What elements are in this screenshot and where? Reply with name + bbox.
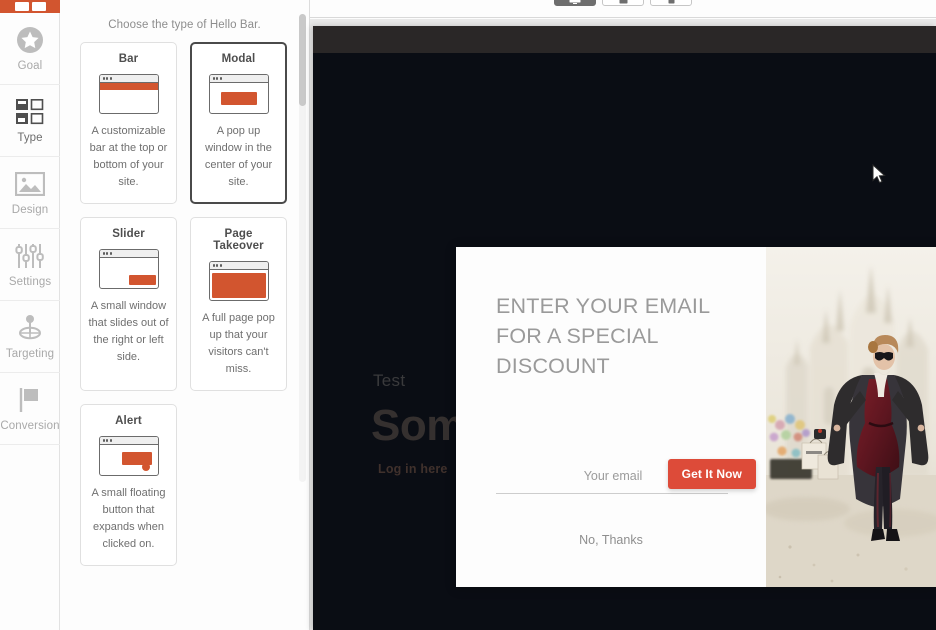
desktop-preview-button[interactable] <box>554 0 596 6</box>
device-preview-toolbar <box>310 0 936 18</box>
type-card-title: Slider <box>112 228 145 240</box>
preview-stage: Test Some Log in here ENTER YOUR EMAIL F… <box>310 19 936 630</box>
sidebar-item-targeting[interactable]: Targeting <box>0 301 60 373</box>
mobile-icon <box>668 0 675 4</box>
type-card-desc: A pop up window in the center of your si… <box>204 125 273 188</box>
modal-image-pane <box>766 247 936 587</box>
sidebar-item-goal[interactable]: Goal <box>0 13 60 85</box>
layout-grid-icon <box>14 97 46 127</box>
sidebar-item-design[interactable]: Design <box>0 157 60 229</box>
type-card-title: Bar <box>118 53 139 65</box>
type-card-page-takeover[interactable]: Page Takeover A full page pop up that yo… <box>190 217 287 391</box>
image-icon <box>14 169 46 199</box>
sidebar-item-label: Goal <box>17 60 43 72</box>
type-card-desc: A small floating button that expands whe… <box>91 487 166 550</box>
modal-popup: ENTER YOUR EMAIL FOR A SPECIAL DISCOUNT … <box>456 247 936 587</box>
modal-preview-icon <box>208 74 269 114</box>
sidebar-item-label: Design <box>11 204 49 216</box>
sidebar-item-conversion[interactable]: Conversion <box>0 373 60 445</box>
star-circle-icon <box>14 25 46 55</box>
type-card-desc: A full page pop up that your visitors ca… <box>202 312 275 375</box>
desktop-icon <box>569 0 581 4</box>
modal-content-pane: ENTER YOUR EMAIL FOR A SPECIAL DISCOUNT … <box>456 247 766 587</box>
mouse-cursor <box>872 164 886 184</box>
mobile-preview-button[interactable] <box>650 0 692 6</box>
modal-signup-form: Get It Now <box>496 459 756 494</box>
hellobar-logo[interactable] <box>0 0 60 13</box>
type-card-title: Modal <box>221 53 256 65</box>
get-it-now-button[interactable]: Get It Now <box>667 459 756 489</box>
panel-scrollbar-thumb[interactable] <box>299 14 306 106</box>
preview-site-content: Test Some Log in here ENTER YOUR EMAIL F… <box>313 53 936 630</box>
sidebar-item-label: Conversion <box>0 420 60 432</box>
site-preview-frame: Test Some Log in here ENTER YOUR EMAIL F… <box>313 26 936 630</box>
browser-chrome-bar <box>313 26 936 53</box>
panel-hint: Choose the type of Hello Bar. <box>108 19 261 31</box>
sidebar-item-label: Targeting <box>5 348 55 360</box>
dismiss-link[interactable]: No, Thanks <box>456 533 766 547</box>
page-takeover-preview-icon <box>208 261 269 301</box>
alert-preview-icon <box>98 436 159 476</box>
woman-shopping-cathedral-photo <box>766 247 936 587</box>
sidebar-item-label: Settings <box>8 276 52 288</box>
site-login-link[interactable]: Log in here <box>378 462 448 476</box>
target-pin-icon <box>14 313 46 343</box>
type-card-alert[interactable]: Alert A small floating button that expan… <box>80 404 177 566</box>
primary-nav-rail: Goal Type Design Settings Targeting Conv… <box>0 0 60 630</box>
sidebar-item-settings[interactable]: Settings <box>0 229 60 301</box>
modal-headline: ENTER YOUR EMAIL FOR A SPECIAL DISCOUNT <box>496 294 710 378</box>
tablet-icon <box>619 0 628 4</box>
sidebar-item-label: Type <box>17 132 43 144</box>
site-eyebrow: Test <box>373 371 406 390</box>
type-card-slider[interactable]: Slider A small window that slides out of… <box>80 217 177 391</box>
flag-icon <box>14 385 46 415</box>
sliders-icon <box>14 241 46 271</box>
type-card-title: Page Takeover <box>213 228 264 252</box>
type-card-modal[interactable]: Modal A pop up window in the center of y… <box>190 42 287 204</box>
slider-preview-icon <box>98 249 159 289</box>
type-card-desc: A small window that slides out of the ri… <box>88 300 169 363</box>
sidebar-item-type[interactable]: Type <box>0 85 60 157</box>
type-card-grid: Bar A customizable bar at the top or bot… <box>60 42 309 566</box>
type-panel: Choose the type of Hello Bar. Bar A cust… <box>60 0 310 630</box>
type-card-bar[interactable]: Bar A customizable bar at the top or bot… <box>80 42 177 204</box>
bar-preview-icon <box>98 74 159 114</box>
hellobar-editor: Goal Type Design Settings Targeting Conv… <box>0 0 936 630</box>
tablet-preview-button[interactable] <box>602 0 644 6</box>
type-card-title: Alert <box>115 415 142 427</box>
panel-scrollbar[interactable] <box>299 14 306 482</box>
type-card-desc: A customizable bar at the top or bottom … <box>89 125 168 188</box>
